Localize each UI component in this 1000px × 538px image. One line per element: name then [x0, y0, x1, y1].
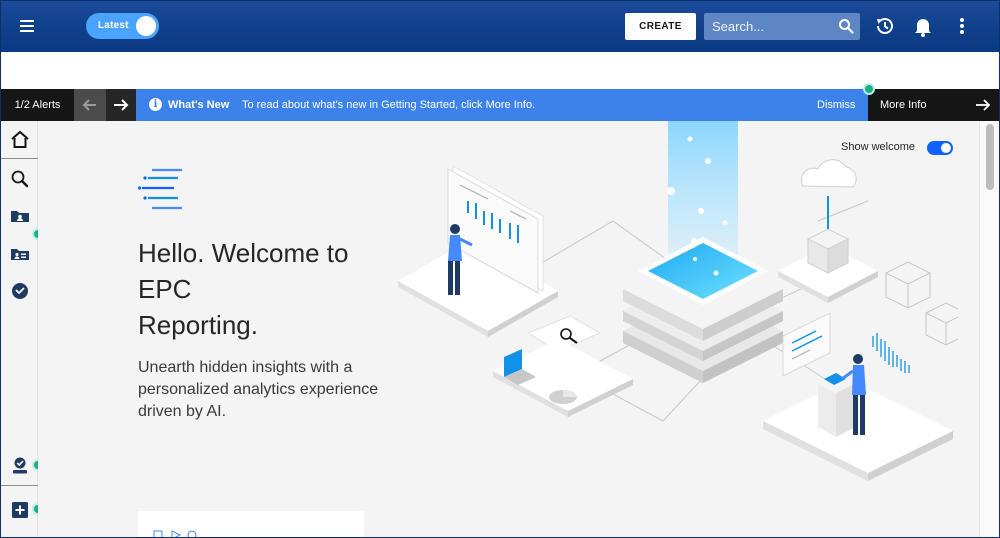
alert-title: What's New: [168, 99, 230, 111]
dismiss-link[interactable]: Dismiss: [817, 89, 856, 121]
welcome-title-line: Hello. Welcome to: [138, 238, 349, 268]
folder-icon: [11, 211, 29, 222]
nav-divider: [1, 158, 38, 159]
welcome-title-line: EPC: [138, 274, 192, 304]
analytics-illustration: [398, 121, 958, 481]
alert-message: To read about what's new in Getting Star…: [242, 99, 536, 111]
info-icon: i: [149, 98, 162, 111]
arrow-right-icon: [976, 99, 991, 111]
product-logo-icon: [138, 168, 182, 210]
nav-home[interactable]: [1, 121, 38, 157]
search-icon[interactable]: [838, 18, 854, 34]
user-badge-icon: [13, 457, 27, 474]
nav-recent[interactable]: [1, 272, 38, 308]
notifications-bell-icon[interactable]: [911, 14, 935, 38]
recent-icon: [12, 283, 28, 299]
status-dot: [863, 83, 875, 95]
history-icon[interactable]: [873, 14, 897, 38]
more-options-icon[interactable]: [950, 14, 974, 38]
welcome-panel: Hello. Welcome to EPC Reporting. Unearth…: [38, 121, 979, 537]
blank-strip: [1, 52, 999, 89]
nav-divider: [1, 485, 38, 486]
search-input[interactable]: [704, 13, 834, 40]
getting-started-card[interactable]: [138, 511, 364, 537]
search-icon: [11, 170, 29, 188]
left-nav-rail: [1, 121, 38, 537]
new-icon: [12, 502, 28, 518]
nav-team-content[interactable]: [1, 235, 38, 271]
shared-folder-icon: [11, 249, 29, 260]
welcome-title: Hello. Welcome to EPC Reporting.: [138, 235, 438, 343]
alert-count: 1/2 Alerts: [1, 89, 74, 121]
welcome-title-line: Reporting.: [138, 310, 258, 340]
alert-bar: 1/2 Alerts i What's New To read about wh…: [1, 89, 999, 121]
card-icons: [153, 530, 197, 537]
create-button[interactable]: CREATE: [625, 13, 696, 40]
arrow-left-icon: [82, 99, 96, 111]
latest-toggle-label: Latest: [98, 20, 129, 31]
latest-toggle[interactable]: Latest: [86, 13, 159, 39]
nav-search[interactable]: [1, 160, 38, 196]
search-box[interactable]: [704, 13, 860, 40]
toggle-knob: [136, 16, 156, 36]
home-icon: [11, 130, 29, 148]
more-info-label: More Info: [880, 99, 927, 111]
hamburger-menu-icon[interactable]: [15, 15, 41, 37]
vertical-scrollbar[interactable]: [979, 121, 999, 537]
scrollbar-thumb[interactable]: [986, 124, 994, 190]
top-header: Latest CREATE: [1, 1, 999, 52]
alert-previous-button[interactable]: [74, 89, 106, 121]
alert-next-button[interactable]: [106, 89, 136, 121]
nav-my-content[interactable]: [1, 197, 38, 233]
app-window: Latest CREATE 1/2 Alerts: [0, 0, 1000, 538]
arrow-right-icon: [114, 99, 129, 111]
more-info-button[interactable]: More Info: [868, 89, 999, 121]
welcome-subtitle: Unearth hidden insights with a personali…: [138, 359, 379, 420]
